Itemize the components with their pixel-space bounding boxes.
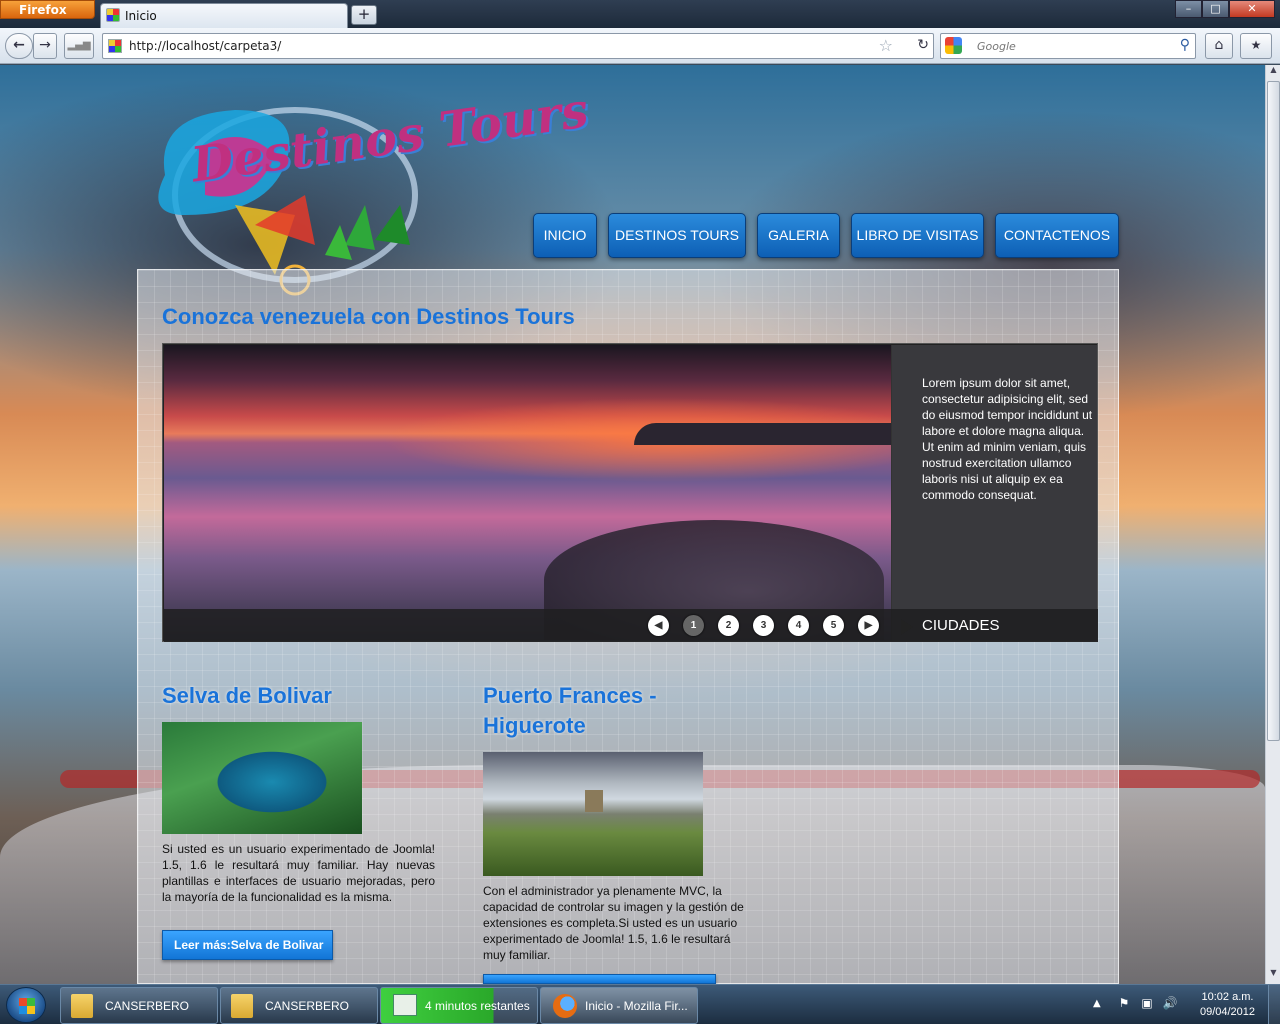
article-title-puerto-frances[interactable]: Puerto Frances - Higuerote — [483, 681, 743, 741]
slide-description: Lorem ipsum dolor sit amet, consectetur … — [922, 376, 1093, 502]
bar-chart-icon[interactable]: ▂▄▆ — [64, 33, 94, 59]
scroll-down-arrow-icon[interactable]: ▼ — [1266, 968, 1280, 984]
article-image-hill-ruin — [483, 752, 703, 876]
reload-icon[interactable]: ↻ — [917, 37, 929, 53]
firefox-menu-button[interactable]: Firefox — [0, 0, 95, 19]
clock-date: 09/04/2012 — [1199, 1006, 1256, 1018]
menu-item-galeria[interactable]: GALERIA — [757, 213, 840, 258]
tab-inicio[interactable]: Inicio — [100, 3, 348, 28]
read-more-button[interactable]: Leer más: Puerto Frances - Higuerote — [483, 974, 716, 984]
volume-icon[interactable]: 🔊 — [1162, 996, 1178, 1012]
back-arrow-icon: ← — [13, 37, 25, 53]
slide-page-4[interactable]: 4 — [788, 615, 809, 636]
system-clock[interactable]: 10:02 a.m. 09/04/2012 — [1190, 990, 1265, 1020]
google-engine-icon[interactable] — [945, 37, 962, 54]
tab-title: Inicio — [125, 9, 157, 23]
taskbar-item-label: CANSERBERO — [105, 999, 190, 1013]
site-identity-icon — [108, 39, 122, 53]
article-body: Con el administrador ya plenamente MVC, … — [483, 884, 744, 962]
home-button[interactable]: ⌂ — [1205, 33, 1233, 59]
scroll-thumb[interactable] — [1267, 81, 1280, 741]
action-center-flag-icon[interactable]: ⚑ — [1116, 996, 1132, 1012]
forward-button[interactable]: → — [33, 33, 57, 59]
slide-page-1[interactable]: 1 — [683, 615, 704, 636]
page-favicon-icon — [106, 8, 120, 22]
bookmarks-icon: ★ — [1250, 38, 1262, 52]
vertical-scrollbar[interactable]: ▲ ▼ — [1265, 65, 1280, 984]
read-more-button[interactable]: Leer más:Selva de Bolivar — [162, 930, 333, 960]
windows-taskbar: CANSERBERO CANSERBERO 4 minutos restante… — [0, 984, 1280, 1024]
taskbar-item-label: CANSERBERO — [265, 999, 350, 1013]
bookmark-star-icon[interactable]: ☆ — [879, 36, 893, 55]
slide-caption-panel: Lorem ipsum dolor sit amet, consectetur … — [891, 345, 1097, 641]
taskbar-item-label: Inicio - Mozilla Fir... — [585, 999, 688, 1013]
navigation-toolbar: ← → ▂▄▆ http://localhost/carpeta3/ ☆ ↻ G… — [0, 28, 1280, 64]
bookmarks-button[interactable]: ★ — [1240, 33, 1272, 59]
slide-coastline-shape — [634, 423, 891, 445]
new-tab-button[interactable]: + — [351, 5, 377, 25]
slide-page-3[interactable]: 3 — [753, 615, 774, 636]
home-icon: ⌂ — [1214, 37, 1224, 53]
menu-item-libro-de-visitas[interactable]: LIBRO DE VISITAS — [851, 213, 984, 258]
close-window-button[interactable]: ✕ — [1229, 0, 1275, 18]
back-button[interactable]: ← — [5, 33, 33, 59]
slide-category-label[interactable]: CIUDADES — [922, 617, 1000, 634]
search-icon[interactable]: ⚲ — [1180, 37, 1190, 53]
start-button[interactable] — [6, 987, 46, 1023]
menu-item-inicio[interactable]: INICIO — [533, 213, 597, 258]
article-body: Si usted es un usuario experimentado de … — [162, 842, 435, 904]
article-image-jungle-coast — [162, 722, 362, 834]
slide-category-arrow-icon — [901, 619, 913, 635]
slide-page-2[interactable]: 2 — [718, 615, 739, 636]
minimize-button[interactable]: – — [1175, 0, 1202, 18]
taskbar-item-folder[interactable]: CANSERBERO — [60, 987, 218, 1024]
scroll-up-arrow-icon[interactable]: ▲ — [1266, 65, 1280, 81]
file-copy-icon — [393, 994, 417, 1016]
search-placeholder: Google — [977, 40, 1016, 53]
maximize-button[interactable]: □ — [1202, 0, 1229, 18]
network-icon[interactable]: ▣ — [1139, 996, 1155, 1012]
article-title-selva-de-bolivar[interactable]: Selva de Bolivar — [162, 681, 462, 711]
slide-sunset-image[interactable] — [164, 345, 891, 641]
menu-item-contactenos[interactable]: CONTACTENOS — [995, 213, 1119, 258]
slide-next-icon[interactable]: ▶ — [858, 615, 879, 636]
url-text: http://localhost/carpeta3/ — [129, 39, 282, 53]
show-desktop-button[interactable] — [1268, 985, 1280, 1024]
image-slider: Lorem ipsum dolor sit amet, consectetur … — [162, 343, 1098, 642]
window-titlebar: Firefox Inicio + – □ ✕ — [0, 0, 1280, 28]
folder-icon — [231, 994, 253, 1018]
tray-expand-icon[interactable]: ▲ — [1093, 998, 1101, 1009]
search-input[interactable]: Google ⚲ — [940, 33, 1196, 59]
page-title: Conozca venezuela con Destinos Tours — [162, 304, 575, 329]
address-bar[interactable]: http://localhost/carpeta3/ ☆ ↻ — [102, 33, 934, 59]
folder-icon — [71, 994, 93, 1018]
taskbar-item-firefox[interactable]: Inicio - Mozilla Fir... — [540, 987, 698, 1024]
menu-item-destinos-tours[interactable]: DESTINOS TOURS — [608, 213, 746, 258]
taskbar-item-label: 4 minutos restantes — [425, 999, 530, 1013]
slide-prev-icon[interactable]: ◀ — [648, 615, 669, 636]
article-image-tower-shape — [585, 790, 603, 812]
taskbar-item-folder[interactable]: CANSERBERO — [220, 987, 378, 1024]
taskbar-item-copy-progress[interactable]: 4 minutos restantes — [380, 987, 538, 1024]
forward-arrow-icon: → — [39, 37, 51, 53]
clock-time: 10:02 a.m. — [1201, 991, 1254, 1003]
windows-logo-icon — [19, 998, 35, 1014]
firefox-icon — [553, 994, 577, 1018]
slide-page-5[interactable]: 5 — [823, 615, 844, 636]
